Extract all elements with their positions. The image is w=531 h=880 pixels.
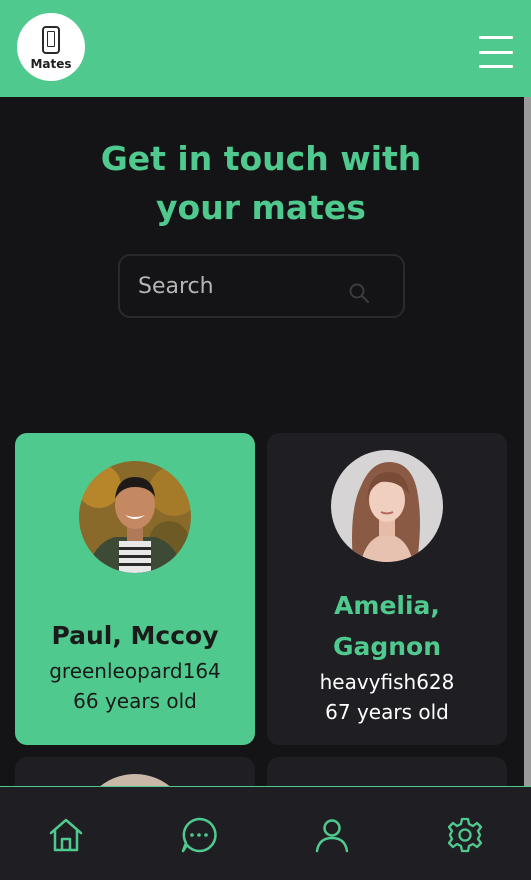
settings-icon[interactable] bbox=[446, 816, 484, 854]
mate-card[interactable]: Paul, Mccoy greenleopard164 66 years old bbox=[15, 433, 255, 745]
search-input[interactable] bbox=[138, 268, 338, 304]
page-headline: Get in touch with your mates bbox=[0, 134, 522, 232]
hamburger-menu-button[interactable] bbox=[479, 36, 513, 68]
app-logo[interactable]: Mates bbox=[17, 13, 85, 81]
avatar bbox=[79, 461, 191, 573]
search-box bbox=[118, 254, 405, 318]
mate-age: 67 years old bbox=[325, 700, 449, 724]
mate-name: Amelia, Gagnon bbox=[332, 591, 442, 661]
user-icon[interactable] bbox=[313, 816, 351, 854]
mate-username: greenleopard164 bbox=[49, 659, 221, 683]
menu-line bbox=[479, 65, 513, 68]
avatar bbox=[331, 450, 443, 562]
mate-name: Paul, Mccoy bbox=[51, 621, 219, 650]
mate-username: heavyfish628 bbox=[319, 670, 455, 694]
logo-label: Mates bbox=[30, 56, 72, 71]
headline-text: Get in touch with your mates bbox=[100, 139, 422, 227]
mate-card[interactable]: Amelia, Gagnon heavyfish628 67 years old bbox=[267, 433, 507, 745]
menu-line bbox=[479, 50, 513, 54]
chat-icon[interactable] bbox=[180, 816, 218, 854]
scrollbar-thumb[interactable] bbox=[524, 97, 531, 787]
phone-icon bbox=[42, 25, 60, 54]
bottom-navigation bbox=[0, 786, 531, 880]
mate-age: 66 years old bbox=[73, 689, 197, 713]
search-icon[interactable] bbox=[348, 282, 370, 304]
top-bar: Mates bbox=[0, 0, 531, 97]
home-icon[interactable] bbox=[47, 816, 85, 854]
menu-line bbox=[479, 36, 513, 39]
